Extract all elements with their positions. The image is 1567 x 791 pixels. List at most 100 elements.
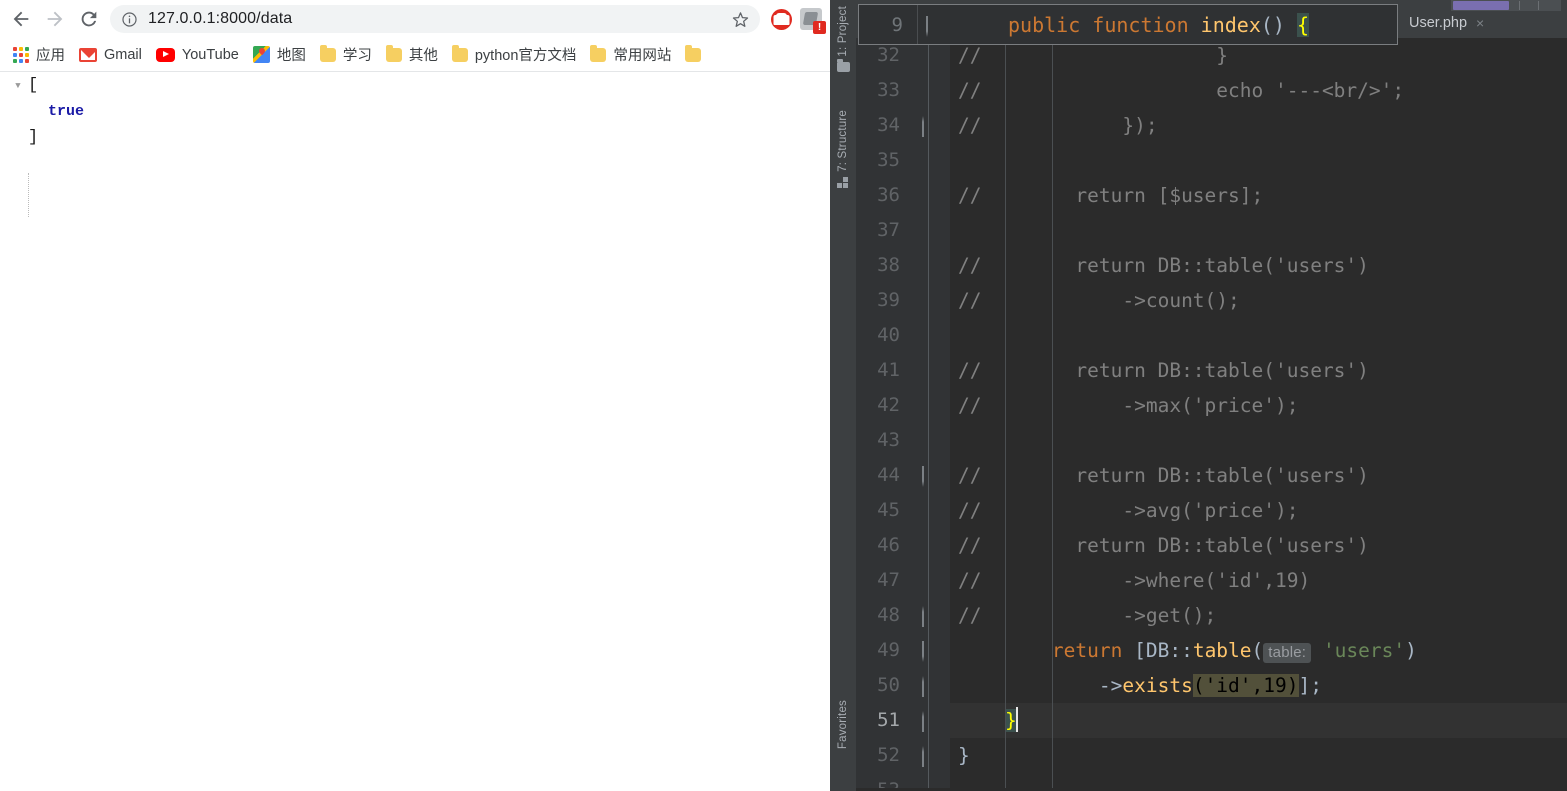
bookmark-apps[interactable]: 应用 <box>6 42 72 68</box>
tool-label: 7: Structure <box>837 110 849 172</box>
code-line[interactable]: 52} <box>856 738 1567 773</box>
fold-gutter[interactable] <box>914 703 950 738</box>
code-editor[interactable]: 32// } 33// echo '---<br/>'; 34// }); 35 36/… <box>856 38 1567 791</box>
address-bar[interactable]: 127.0.0.1:8000/data <box>110 5 760 33</box>
sticky-function-header[interactable]: 9 public function index() { <box>858 4 1398 45</box>
youtube-icon <box>155 47 175 62</box>
bookmark-gmail[interactable]: Gmail <box>72 42 149 68</box>
code-line[interactable]: 47 // ->where('id',19) <box>856 563 1567 598</box>
url-text[interactable]: 127.0.0.1:8000/data <box>148 10 730 28</box>
code-line[interactable]: 35 <box>856 143 1567 178</box>
bookmark-folder-other[interactable]: 其他 <box>379 42 445 68</box>
json-collapse-toggle[interactable]: ▼ <box>8 73 28 99</box>
fold-gutter[interactable] <box>914 143 950 178</box>
site-info-icon[interactable] <box>120 10 138 28</box>
sticky-fold-gutter[interactable] <box>917 5 956 44</box>
fold-guide-line <box>928 388 929 423</box>
line-number: 52 <box>856 738 914 773</box>
code-line[interactable]: 43 <box>856 423 1567 458</box>
fold-gutter[interactable] <box>914 423 950 458</box>
sidebar-item-structure[interactable]: 7: Structure <box>830 110 856 188</box>
fold-marker-icon[interactable] <box>922 466 937 487</box>
sidebar-item-favorites[interactable]: Favorites <box>830 700 856 749</box>
indent-guide <box>1052 143 1053 178</box>
fold-gutter[interactable] <box>914 458 950 493</box>
code-text: // ->avg('price'); <box>950 493 1567 528</box>
indent-guide <box>1005 738 1006 773</box>
fold-gutter[interactable] <box>914 73 950 108</box>
code-line[interactable]: 42 // ->max('price'); <box>856 388 1567 423</box>
code-line[interactable]: 44 // return DB::table('users') <box>856 458 1567 493</box>
fold-gutter[interactable] <box>914 283 950 318</box>
tab-user-php[interactable]: User.php × <box>1401 8 1492 38</box>
indent-guide <box>1005 388 1006 423</box>
fold-gutter[interactable] <box>914 248 950 283</box>
fold-gutter[interactable] <box>914 738 950 773</box>
fold-gutter[interactable] <box>914 563 950 598</box>
fold-marker-icon[interactable] <box>922 116 937 137</box>
bookmark-folder-common-sites[interactable]: 常用网站 <box>583 42 678 68</box>
code-line[interactable]: 37 <box>856 213 1567 248</box>
code-line[interactable]: 49 return [DB::table(table: 'users') <box>856 633 1567 668</box>
code-token-1: ->avg('price'); <box>981 499 1299 522</box>
fold-marker-icon[interactable] <box>922 676 937 697</box>
line-number: 33 <box>856 73 914 108</box>
code-line[interactable]: 51 } <box>856 703 1567 738</box>
fold-gutter[interactable] <box>914 213 950 248</box>
fold-marker-icon[interactable] <box>922 606 937 627</box>
fold-gutter[interactable] <box>914 318 950 353</box>
adblock-extension-icon[interactable] <box>766 4 796 34</box>
fold-gutter[interactable] <box>914 493 950 528</box>
divider <box>1519 1 1520 10</box>
code-line[interactable]: 33 // echo '---<br/>'; <box>856 73 1567 108</box>
bookmark-folder-study[interactable]: 学习 <box>313 42 379 68</box>
fold-gutter[interactable] <box>914 108 950 143</box>
reload-button[interactable] <box>72 2 106 36</box>
bookmark-star-icon[interactable] <box>730 9 750 29</box>
fold-gutter[interactable] <box>914 668 950 703</box>
code-line[interactable]: 41 // return DB::table('users') <box>856 353 1567 388</box>
fold-marker-icon[interactable] <box>926 16 941 37</box>
indent-guide <box>1052 353 1053 388</box>
back-button[interactable] <box>4 2 38 36</box>
code-line[interactable]: 34 // }); <box>856 108 1567 143</box>
code-token-0: } <box>958 744 970 767</box>
code-token-6: ( <box>1251 639 1264 662</box>
forward-button[interactable] <box>38 2 72 36</box>
line-number: 37 <box>856 213 914 248</box>
close-icon[interactable]: × <box>1476 16 1484 30</box>
fold-gutter[interactable] <box>914 598 950 633</box>
fold-gutter[interactable] <box>914 353 950 388</box>
code-text: return [DB::table(table: 'users') <box>950 633 1567 668</box>
fold-gutter[interactable] <box>914 388 950 423</box>
code-line[interactable]: 48 // ->get(); <box>856 598 1567 633</box>
code-token-0: // <box>958 534 982 557</box>
puzzle-extension-icon[interactable]: ! <box>796 4 826 34</box>
fold-guide-line <box>928 493 929 528</box>
fold-gutter[interactable] <box>914 633 950 668</box>
code-line[interactable]: 38 // return DB::table('users') <box>856 248 1567 283</box>
code-token-1: ->count(); <box>981 289 1240 312</box>
fold-marker-icon[interactable] <box>922 746 937 767</box>
code-token-0: // <box>958 44 982 67</box>
code-line[interactable]: 46 // return DB::table('users') <box>856 528 1567 563</box>
code-line[interactable]: 36 // return [$users]; <box>856 178 1567 213</box>
code-token-0: // <box>958 359 982 382</box>
indent-guide <box>1052 703 1053 738</box>
sidebar-item-project[interactable]: 1: Project <box>830 6 856 72</box>
code-line[interactable]: 45 // ->avg('price'); <box>856 493 1567 528</box>
code-line[interactable]: 50 ->exists('id',19)]; <box>856 668 1567 703</box>
bookmark-youtube[interactable]: YouTube <box>149 42 246 68</box>
fold-gutter[interactable] <box>914 528 950 563</box>
indent-guide <box>1052 283 1053 318</box>
bookmark-folder-overflow[interactable] <box>678 42 715 68</box>
fold-gutter[interactable] <box>914 178 950 213</box>
code-token-1: ->where('id',19) <box>981 569 1311 592</box>
fold-marker-icon[interactable] <box>922 641 937 662</box>
bookmark-maps[interactable]: 地图 <box>246 42 313 68</box>
fold-marker-icon[interactable] <box>922 711 937 732</box>
code-line[interactable]: 39 // ->count(); <box>856 283 1567 318</box>
bookmark-folder-python-docs[interactable]: python官方文档 <box>445 42 584 68</box>
indent-guide <box>1005 143 1006 178</box>
code-line[interactable]: 40 <box>856 318 1567 353</box>
